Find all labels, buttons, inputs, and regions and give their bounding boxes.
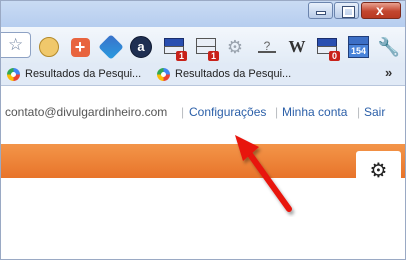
wrench-icon[interactable]: 🔧 <box>377 35 401 59</box>
address-bar[interactable]: ☆ <box>1 32 31 58</box>
separator: | <box>181 105 185 119</box>
google-icon <box>157 67 170 81</box>
separator: | <box>275 105 279 119</box>
minimize-button[interactable] <box>308 2 333 19</box>
separator: | <box>357 105 361 119</box>
calendar-extension-icon[interactable]: 154 <box>346 35 370 59</box>
red-arrow-annotation <box>235 135 292 212</box>
bookmark-label: Resultados da Pesqui... <box>25 68 142 80</box>
a-extension-icon[interactable]: a <box>129 35 153 59</box>
minimize-icon <box>317 12 325 14</box>
mail-extension-icon[interactable]: 0 <box>315 35 340 61</box>
mail-badge: 1 <box>208 51 219 61</box>
browser-window: x ☆ + a 1 1 ⚙ ? W 0 154 🔧 Resultados da … <box>0 0 406 260</box>
close-icon: x <box>376 2 384 18</box>
plus-extension-icon[interactable]: + <box>68 35 92 59</box>
page-content <box>1 178 405 259</box>
title-bar: x <box>1 1 405 27</box>
logout-link[interactable]: Sair <box>364 101 385 123</box>
header-bar <box>1 144 405 178</box>
close-button[interactable]: x <box>361 2 401 19</box>
mail-badge: 1 <box>176 51 187 61</box>
maximize-icon <box>343 7 354 17</box>
settings-link[interactable]: Configurações <box>189 101 266 123</box>
bookmark-item[interactable]: Resultados da Pesqui... <box>157 65 291 83</box>
user-bar: contato@divulgardinheiro.com | Configura… <box>1 101 405 123</box>
mail-extension-icon[interactable]: 1 <box>162 35 187 61</box>
user-email: contato@divulgardinheiro.com <box>5 105 168 119</box>
puzzle-extension-icon[interactable] <box>98 34 124 60</box>
bookmark-label: Resultados da Pesqui... <box>175 68 292 80</box>
bookmark-item[interactable]: Resultados da Pesqui... <box>7 65 141 83</box>
mail-badge: 0 <box>329 51 340 61</box>
bookmarks-bar: Resultados da Pesqui... Resultados da Pe… <box>1 63 405 86</box>
mail-extension-icon[interactable]: 1 <box>194 35 219 61</box>
question-extension-icon[interactable]: ? <box>255 35 279 59</box>
smiley-extension-icon[interactable] <box>37 35 61 59</box>
w-extension-icon[interactable]: W <box>285 35 309 59</box>
bookmarks-overflow-chevron-icon[interactable]: » <box>385 63 392 83</box>
calendar-badge: 154 <box>348 44 369 58</box>
google-icon <box>7 67 20 81</box>
gear-extension-icon[interactable]: ⚙ <box>223 35 247 59</box>
maximize-button[interactable] <box>334 2 359 19</box>
bookmark-star-icon[interactable]: ☆ <box>8 34 23 56</box>
account-link[interactable]: Minha conta <box>282 101 347 123</box>
